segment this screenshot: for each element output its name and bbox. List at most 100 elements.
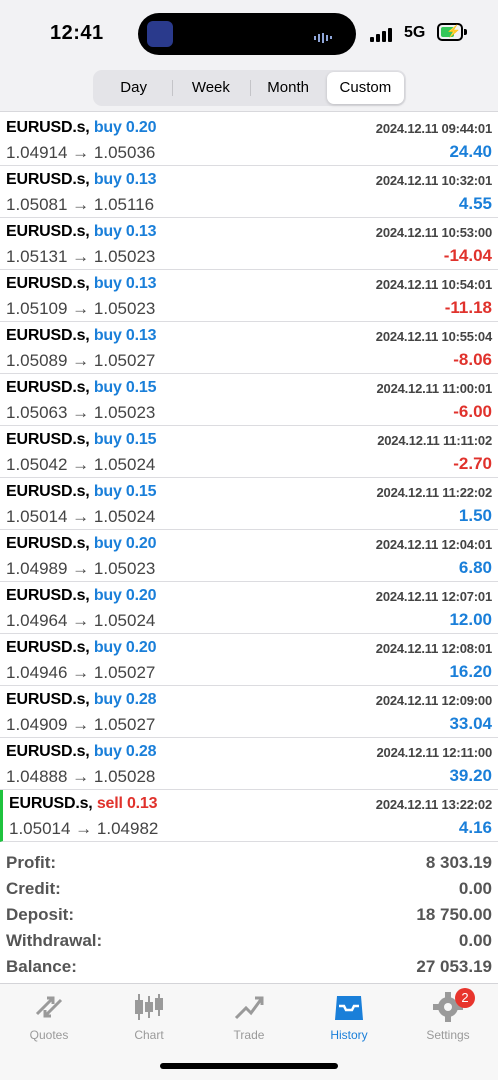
- trade-symbol: EURUSD.s, buy 0.28: [6, 743, 156, 761]
- app-icon: [147, 21, 173, 47]
- trade-prices: 1.05131 → 1.05023: [6, 247, 156, 266]
- trade-date: 2024.12.11 10:54:01: [375, 277, 492, 292]
- trade-row[interactable]: EURUSD.s, buy 0.13 2024.12.11 10:32:01 1.0…: [0, 166, 498, 218]
- trade-row[interactable]: EURUSD.s, sell 0.13 2024.12.11 13:22:02 1.…: [0, 790, 498, 842]
- trade-volume: 0.13: [125, 171, 157, 188]
- trade-row[interactable]: EURUSD.s, buy 0.20 2024.12.11 12:07:01 1.0…: [0, 582, 498, 634]
- tab-history[interactable]: History: [309, 992, 389, 1042]
- trade-volume: 0.20: [125, 639, 157, 656]
- trade-date: 2024.12.11 12:04:01: [375, 537, 492, 552]
- trade-side: buy: [93, 119, 122, 136]
- trade-volume: 0.20: [125, 587, 157, 604]
- symbol-name: EURUSD.s,: [6, 379, 90, 396]
- arrows-icon: [35, 996, 63, 1018]
- home-indicator: [160, 1063, 338, 1069]
- account-summary: Profit: 8 303.19 Credit: 0.00 Deposit: 1…: [0, 850, 498, 980]
- balance-label: Balance:: [6, 957, 77, 976]
- trade-row[interactable]: EURUSD.s, buy 0.13 2024.12.11 10:53:00 1.0…: [0, 218, 498, 270]
- battery-icon: ⚡: [437, 23, 463, 41]
- trade-symbol: EURUSD.s, buy 0.13: [6, 223, 156, 241]
- trade-symbol: EURUSD.s, buy 0.28: [6, 691, 156, 709]
- profit-value: 8 303.19: [425, 853, 492, 872]
- trade-profit: 16.20: [449, 662, 492, 681]
- trade-row[interactable]: EURUSD.s, buy 0.28 2024.12.11 12:11:00 1.0…: [0, 738, 498, 790]
- trade-profit: 24.40: [449, 142, 492, 161]
- trade-profit: 6.80: [458, 558, 492, 577]
- trade-symbol: EURUSD.s, buy 0.20: [6, 639, 156, 657]
- trade-side: buy: [93, 483, 122, 500]
- trade-side: buy: [93, 223, 122, 240]
- tab-trade-label: Trade: [233, 1028, 265, 1042]
- trade-row[interactable]: EURUSD.s, buy 0.20 2024.12.11 12:04:01 1.0…: [0, 530, 498, 582]
- audio-wave-icon: [314, 29, 342, 43]
- summary-balance: Balance: 27 053.19: [0, 954, 498, 980]
- trade-date: 2024.12.11 11:11:02: [377, 433, 492, 448]
- status-bar: 12:41 5G ⚡: [0, 0, 498, 68]
- trade-side: buy: [93, 275, 122, 292]
- trade-volume: 0.15: [125, 431, 157, 448]
- trend-icon: [234, 996, 264, 1020]
- trade-date: 2024.12.11 13:22:02: [375, 797, 492, 812]
- trade-row[interactable]: EURUSD.s, buy 0.20 2024.12.11 12:08:01 1.0…: [0, 634, 498, 686]
- trade-profit: 4.16: [458, 818, 492, 837]
- trade-date: 2024.12.11 10:53:00: [375, 225, 492, 240]
- trade-row[interactable]: EURUSD.s, buy 0.15 2024.12.11 11:22:02 1.0…: [0, 478, 498, 530]
- trade-symbol: EURUSD.s, buy 0.13: [6, 171, 156, 189]
- tab-chart[interactable]: Chart: [109, 992, 189, 1042]
- trade-profit: -2.70: [453, 454, 492, 473]
- trade-row[interactable]: EURUSD.s, buy 0.13 2024.12.11 10:55:04 1.0…: [0, 322, 498, 374]
- tab-trade[interactable]: Trade: [209, 992, 289, 1042]
- tab-quotes-label: Quotes: [29, 1028, 69, 1042]
- symbol-name: EURUSD.s,: [6, 431, 90, 448]
- trade-date: 2024.12.11 11:00:01: [376, 381, 493, 396]
- trade-profit: 1.50: [458, 506, 492, 525]
- trade-date: 2024.12.11 09:44:01: [375, 121, 492, 136]
- symbol-name: EURUSD.s,: [6, 587, 90, 604]
- credit-value: 0.00: [458, 879, 492, 898]
- trade-row[interactable]: EURUSD.s, buy 0.15 2024.12.11 11:11:02 1.0…: [0, 426, 498, 478]
- trade-symbol: EURUSD.s, buy 0.15: [6, 431, 156, 449]
- trade-side: sell: [96, 795, 123, 812]
- signal-icon: [370, 26, 394, 42]
- deposit-value: 18 750.00: [416, 905, 492, 924]
- summary-withdrawal: Withdrawal: 0.00: [0, 928, 498, 954]
- credit-label: Credit:: [6, 879, 61, 898]
- tab-chart-label: Chart: [134, 1028, 164, 1042]
- trade-prices: 1.04964 → 1.05024: [6, 611, 156, 630]
- profit-label: Profit:: [6, 853, 57, 872]
- tab-week[interactable]: Week: [172, 72, 249, 104]
- trade-side: buy: [93, 171, 122, 188]
- symbol-name: EURUSD.s,: [6, 171, 90, 188]
- trade-volume: 0.20: [125, 535, 157, 552]
- trade-date: 2024.12.11 12:08:01: [375, 641, 492, 656]
- trade-profit: -11.18: [444, 298, 492, 317]
- trade-symbol: EURUSD.s, buy 0.20: [6, 535, 156, 553]
- tab-custom[interactable]: Custom: [326, 72, 404, 104]
- tab-quotes[interactable]: Quotes: [9, 992, 89, 1042]
- trade-profit: 39.20: [449, 766, 492, 785]
- deposit-label: Deposit:: [6, 905, 74, 924]
- symbol-name: EURUSD.s,: [9, 795, 93, 812]
- tab-settings-label: Settings: [426, 1028, 470, 1042]
- trade-volume: 0.13: [125, 275, 157, 292]
- trade-prices: 1.04909 → 1.05027: [6, 715, 156, 734]
- tab-day[interactable]: Day: [95, 72, 172, 104]
- trade-symbol: EURUSD.s, buy 0.20: [6, 119, 156, 137]
- tab-settings[interactable]: 2 Settings: [408, 988, 488, 1042]
- trade-profit: -8.06: [453, 350, 492, 369]
- trade-profit: -14.04: [443, 246, 492, 265]
- trade-row[interactable]: EURUSD.s, buy 0.28 2024.12.11 12:09:00 1.0…: [0, 686, 498, 738]
- tab-month[interactable]: Month: [249, 72, 327, 104]
- trade-prices: 1.05014 → 1.05024: [6, 507, 156, 526]
- trade-date: 2024.12.11 12:11:00: [376, 745, 493, 760]
- withdrawal-value: 0.00: [458, 931, 492, 950]
- trade-row[interactable]: EURUSD.s, buy 0.15 2024.12.11 11:00:01 1.0…: [0, 374, 498, 426]
- trade-prices: 1.05042 → 1.05024: [6, 455, 156, 474]
- withdrawal-label: Withdrawal:: [6, 931, 103, 950]
- trade-row[interactable]: EURUSD.s, buy 0.13 2024.12.11 10:54:01 1.0…: [0, 270, 498, 322]
- trade-row[interactable]: EURUSD.s, buy 0.20 2024.12.11 09:44:01 1.0…: [0, 114, 498, 166]
- summary-deposit: Deposit: 18 750.00: [0, 902, 498, 928]
- trade-prices: 1.05089 → 1.05027: [6, 351, 156, 370]
- summary-credit: Credit: 0.00: [0, 876, 498, 902]
- trade-side: buy: [93, 379, 122, 396]
